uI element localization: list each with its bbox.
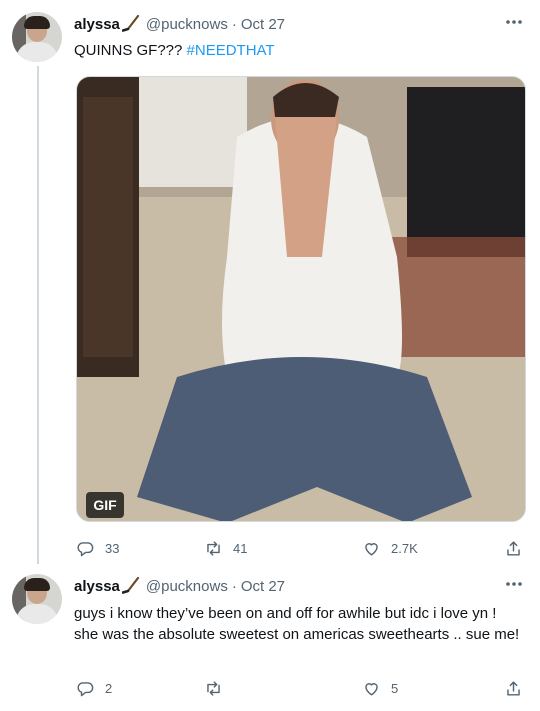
tweet-text-plain: QUINNS GF??? [74,42,187,59]
gif-frame [77,77,525,521]
thread-line [37,66,39,564]
avatar[interactable] [12,574,62,624]
more-icon[interactable] [504,12,524,32]
retweet-count: 41 [233,540,248,556]
retweet-button[interactable]: 41 [204,537,247,559]
like-icon [365,682,378,696]
retweet-icon [207,540,220,556]
display-name[interactable]: alyssa [74,16,120,33]
timestamp[interactable]: Oct 27 [241,16,285,33]
tweet-header: alyssa @pucknows · Oct 27 [74,576,285,596]
gif-media[interactable] [76,76,526,522]
gif-badge: GIF [86,492,124,518]
separator: · [231,15,237,33]
tweet-actions: 2 5 [74,677,526,699]
handle[interactable]: @pucknows [146,16,228,33]
hockey-stick-icon [121,576,142,595]
tweet-text: QUINNS GF??? #NEEDTHAT [74,40,524,61]
reply-button[interactable]: 2 [76,677,112,699]
separator: · [231,577,237,595]
share-button[interactable] [504,537,523,559]
share-icon [507,540,520,556]
avatar[interactable] [12,12,62,62]
retweet-icon [207,680,220,696]
share-icon [507,680,520,696]
more-icon[interactable] [504,574,524,594]
display-name[interactable]: alyssa [74,578,120,595]
share-button[interactable] [504,677,523,699]
hockey-stick-icon [121,14,142,33]
retweet-button[interactable] [204,677,233,699]
like-icon [365,542,378,556]
reply-icon [77,681,94,696]
timestamp[interactable]: Oct 27 [241,578,285,595]
like-button[interactable]: 2.7K [362,537,418,559]
hashtag-link[interactable]: #NEEDTHAT [187,42,275,59]
like-count: 5 [391,680,399,696]
like-button[interactable]: 5 [362,677,398,699]
like-count: 2.7K [391,540,418,556]
reply-button[interactable]: 33 [76,537,119,559]
reply-count: 2 [105,680,113,696]
reply-count: 33 [105,540,120,556]
tweet-header: alyssa @pucknows · Oct 27 [74,14,285,34]
handle[interactable]: @pucknows [146,578,228,595]
reply-icon [77,541,94,556]
tweet-text: guys i know they’ve been on and off for … [74,605,520,643]
tweet-actions: 33 41 2.7K [74,537,526,559]
